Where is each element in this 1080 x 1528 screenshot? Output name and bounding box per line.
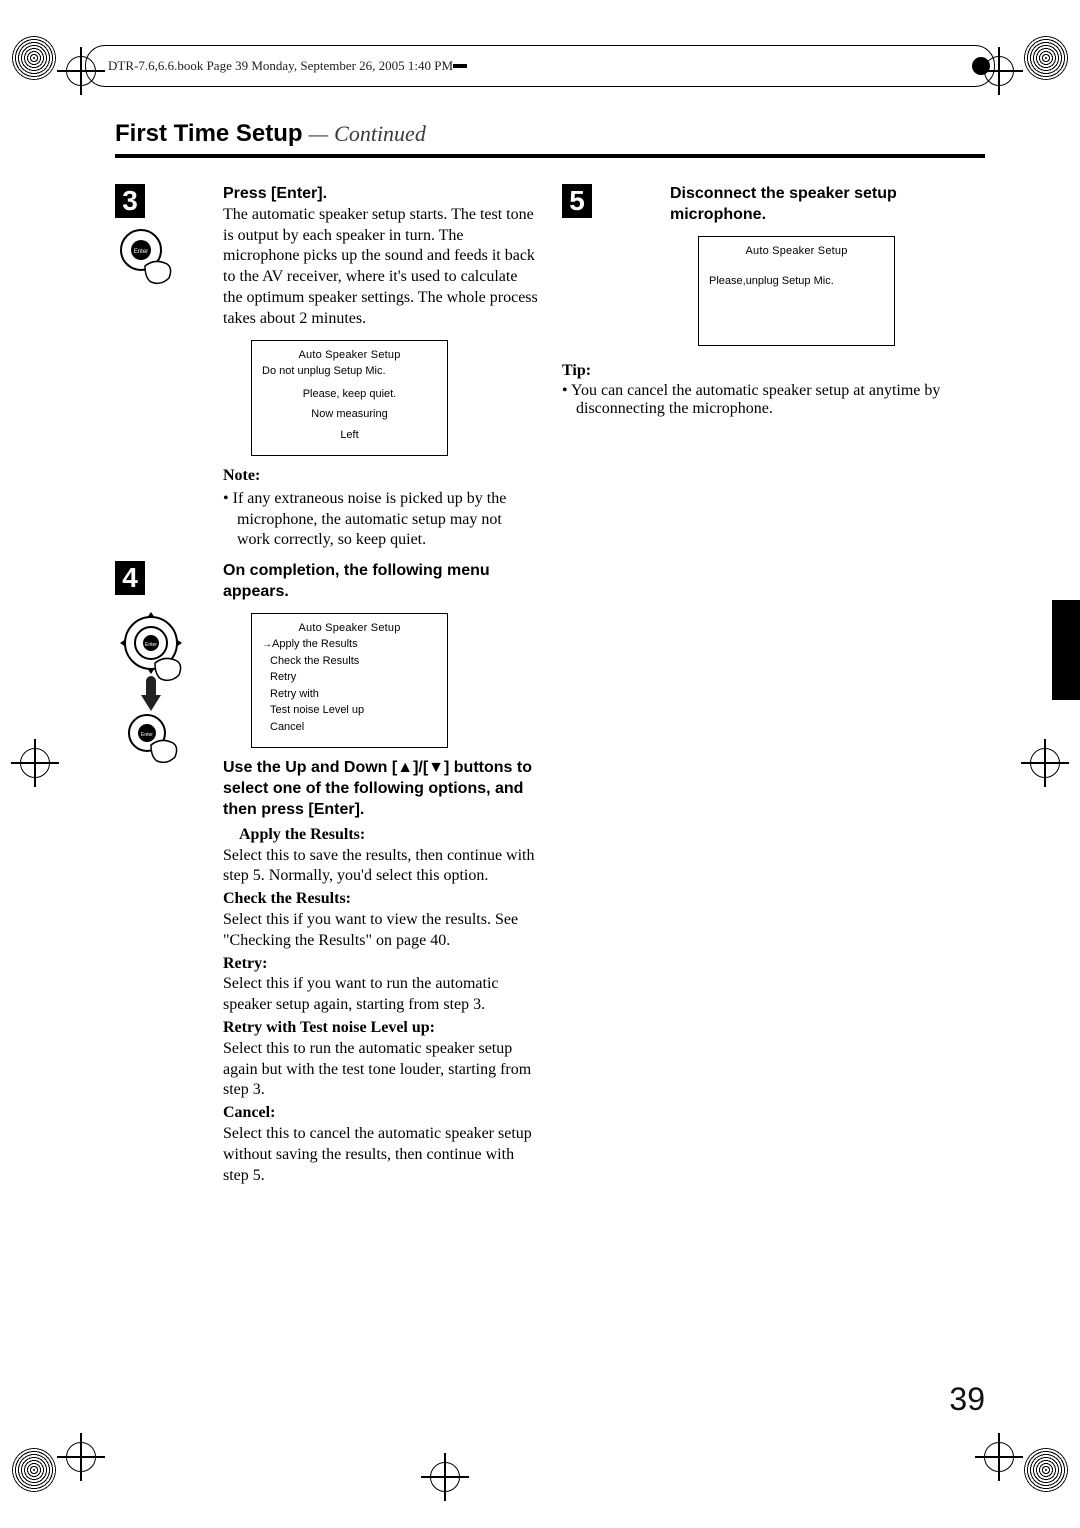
osd-line: Do not unplug Setup Mic. <box>262 363 437 380</box>
option-heading: Apply the Results: <box>223 825 538 846</box>
page-number: 39 <box>949 1381 985 1418</box>
step-number: 3 <box>115 184 145 218</box>
osd-line: Now measuring <box>262 406 437 423</box>
option-body: Select this to save the results, then co… <box>223 846 538 888</box>
option-body: Select this if you want to view the resu… <box>223 910 538 952</box>
crop-mark-icon <box>1030 748 1060 778</box>
tip-label: Tip: <box>562 362 985 380</box>
option-heading: Retry with Test noise Level up: <box>223 1018 538 1039</box>
osd-measuring: Auto Speaker Setup Do not unplug Setup M… <box>251 340 448 457</box>
title-main: First Time Setup <box>115 120 303 148</box>
osd-line: Please,unplug Setup Mic. <box>709 273 884 290</box>
option-heading: Retry: <box>223 954 538 975</box>
svg-text:Enter: Enter <box>141 732 153 738</box>
page-title: First Time Setup — Continued <box>115 120 985 158</box>
note-body: • If any extraneous noise is picked up b… <box>223 489 538 551</box>
osd-line: Left <box>262 427 437 444</box>
osd-results-menu: Auto Speaker Setup Apply the Results Che… <box>251 613 448 749</box>
osd-option: Retry <box>262 669 437 686</box>
spiral-dot-icon <box>972 57 990 75</box>
crop-mark-icon <box>12 1448 56 1492</box>
crop-mark-icon <box>20 748 50 778</box>
osd-option: Test noise Level up <box>262 702 437 719</box>
option-body: Select this if you want to run the auto­… <box>223 974 538 1016</box>
crop-mark-icon <box>984 1442 1014 1472</box>
tip-block: Tip: • You can cancel the automatic spea… <box>562 362 985 418</box>
right-column: 5 Disconnect the speaker setup microphon… <box>562 184 985 1192</box>
option-heading: Check the Results: <box>223 889 538 910</box>
tip-body: • You can cancel the automatic speaker s… <box>562 382 985 418</box>
osd-title: Auto Speaker Setup <box>262 347 437 364</box>
osd-unplug: Auto Speaker Setup Please,unplug Setup M… <box>698 236 895 346</box>
osd-title: Auto Speaker Setup <box>262 620 437 637</box>
page-content: First Time Setup — Continued 3 Enter Pre <box>115 120 985 1418</box>
osd-title: Auto Speaker Setup <box>709 243 884 260</box>
step-4-instruction: Use the Up and Down [▲]/[▼] buttons to s… <box>223 758 538 820</box>
crop-mark-icon <box>12 36 56 80</box>
dpad-enter-icon: Enter Enter <box>115 603 201 773</box>
svg-text:Enter: Enter <box>134 249 148 255</box>
step-number: 5 <box>562 184 592 218</box>
black-tab-icon <box>1052 600 1080 700</box>
option-heading: Cancel: <box>223 1103 538 1124</box>
enter-button-icon: Enter <box>115 226 185 296</box>
title-dash: — <box>309 121 329 147</box>
book-header: DTR-7.6,6.6.book Page 39 Monday, Septemb… <box>85 45 995 87</box>
book-info-text: DTR-7.6,6.6.book Page 39 Monday, Septemb… <box>108 58 453 74</box>
crop-mark-icon <box>430 1462 460 1492</box>
osd-option: Apply the Results <box>262 636 437 653</box>
step-3-headline: Press [Enter]. <box>223 184 538 205</box>
step-5: 5 Disconnect the speaker setup microphon… <box>562 184 985 356</box>
osd-option: Cancel <box>262 719 437 736</box>
osd-option: Check the Results <box>262 653 437 670</box>
osd-line: Please, keep quiet. <box>262 386 437 403</box>
crop-mark-icon <box>66 1442 96 1472</box>
step-4-headline: On completion, the following menu appear… <box>223 561 538 603</box>
option-body: Select this to cancel the automatic spea… <box>223 1124 538 1186</box>
option-body: Select this to run the automatic speaker… <box>223 1039 538 1101</box>
step-3: 3 Enter Press [Enter]. The automatic spe… <box>115 184 538 553</box>
osd-option: Retry with <box>262 686 437 703</box>
step-4: 4 Enter E <box>115 561 538 1186</box>
step-5-headline: Disconnect the speaker setup microphone. <box>670 184 985 226</box>
crop-mark-icon <box>1024 36 1068 80</box>
step-3-body: The automatic speaker setup starts. The … <box>223 205 538 330</box>
step-number: 4 <box>115 561 145 595</box>
crop-mark-icon <box>1024 1448 1068 1492</box>
note-label: Note: <box>223 466 538 487</box>
svg-text:Enter: Enter <box>145 642 157 648</box>
left-column: 3 Enter Press [Enter]. The automatic spe… <box>115 184 538 1192</box>
spiral-icon <box>453 64 467 68</box>
title-continued: Continued <box>334 121 426 147</box>
